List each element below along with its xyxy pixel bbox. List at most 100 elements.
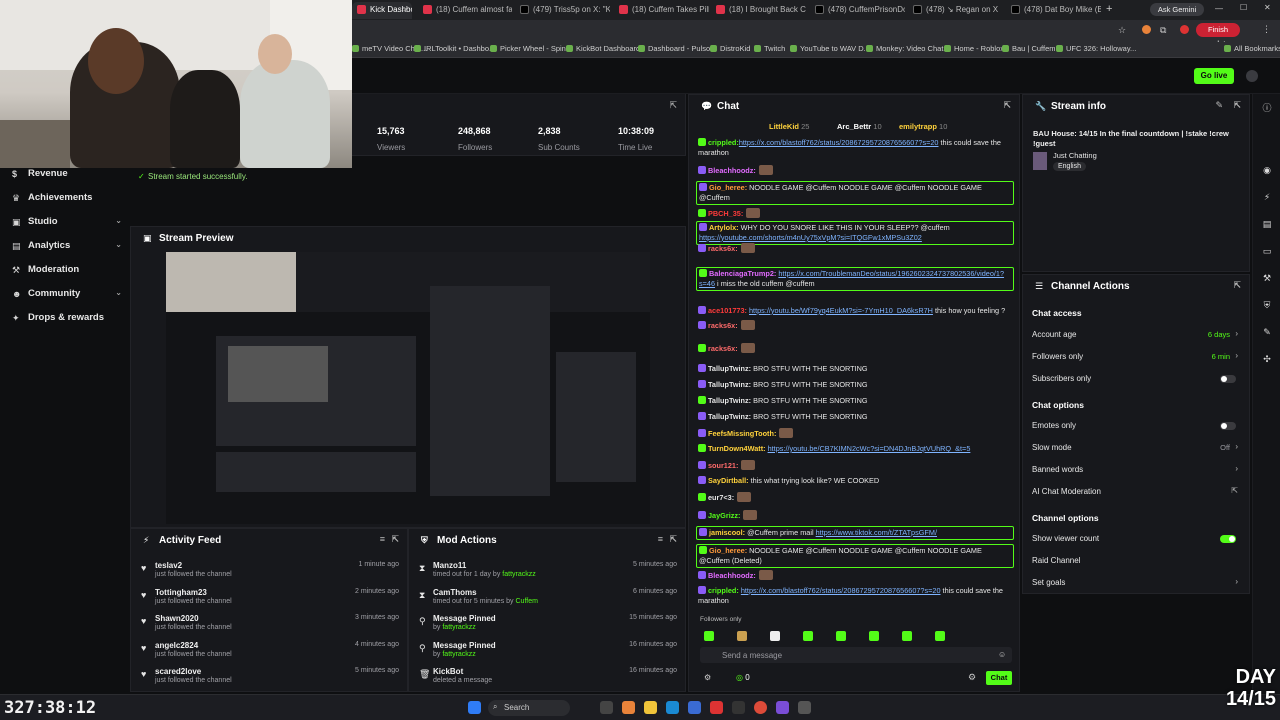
chat-username[interactable]: eur7<3: (708, 493, 734, 502)
sidebar-item-drops-rewards[interactable]: ✦ Drops & rewards (12, 312, 122, 328)
shield-icon[interactable]: ⛨ (1259, 297, 1275, 313)
set-goals-row[interactable]: Set goals › (1032, 577, 1238, 592)
chat-username[interactable]: ace101773: (708, 306, 747, 315)
emote-icon[interactable] (770, 631, 781, 641)
browser-tab[interactable]: (478) Dat Boy Mike (BA (1006, 2, 1101, 19)
top-gifter[interactable]: emilytrapp 10 (899, 122, 947, 131)
app-icon[interactable] (622, 701, 635, 714)
chat-username[interactable]: TurnDown4Watt: (708, 444, 766, 453)
chat-link[interactable]: https://youtube.com/shorts/m4nUy75xVpM?s… (699, 233, 922, 242)
chat-settings-icon[interactable]: ⚙ (968, 672, 976, 683)
app-icon[interactable] (732, 701, 745, 714)
chat-username[interactable]: JayGrizz: (708, 511, 740, 520)
gavel-icon[interactable]: ✎ (1259, 324, 1275, 340)
filter-icon[interactable]: ≡ (658, 534, 663, 544)
chat-username[interactable]: TallupTwinz: (708, 364, 751, 373)
chat-username[interactable]: SayDirtball: (708, 476, 749, 485)
account-age-row[interactable]: Account age 6 days › (1032, 329, 1238, 344)
maximize-icon[interactable]: ☐ (1240, 3, 1247, 12)
show-viewer-count-toggle[interactable] (1220, 535, 1236, 543)
sidebar-item-studio[interactable]: ▣ Studio ⌄ (12, 216, 122, 232)
bookmark[interactable]: Monkey: Video Chat... (866, 44, 950, 53)
sidebar-item-community[interactable]: ☻ Community ⌄ (12, 288, 122, 304)
browser-tab[interactable]: (18) I Brought Back Cre (711, 2, 806, 19)
send-chat-button[interactable]: Chat (986, 671, 1012, 685)
bookmark[interactable]: Bau | Cuffem (1002, 44, 1056, 53)
chat-username[interactable]: crippled: (708, 138, 739, 147)
chat-message-input[interactable]: Send a message (700, 647, 1012, 663)
emote-icon[interactable] (869, 631, 880, 641)
bookmark[interactable]: YouTube to WAV D... (790, 44, 870, 53)
chat-username[interactable]: Gio_heree: (709, 546, 747, 555)
sidebar-item-moderation[interactable]: ⚒ Moderation (12, 264, 122, 280)
filter-icon[interactable]: ≡ (380, 534, 385, 544)
info-icon[interactable]: ⓘ (1259, 100, 1275, 116)
emote-icon[interactable] (902, 631, 913, 641)
category-name[interactable]: Just Chatting (1053, 151, 1097, 160)
browser-tab[interactable]: (478) ↘ Regan on X (908, 2, 1003, 19)
chat-username[interactable]: FeefsMissingTooth: (708, 429, 776, 438)
chat-username[interactable]: TallupTwinz: (708, 412, 751, 421)
app-icon[interactable] (688, 701, 701, 714)
mod-tools-icon[interactable]: ⚙ (704, 673, 711, 682)
chat-link[interactable]: https://www.tiktok.com/t/ZTATpsGFM/ (816, 528, 937, 537)
emoji-icon[interactable]: ☺ (998, 650, 1006, 659)
hub-icon[interactable]: ✣ (1259, 351, 1275, 367)
profile-avatar[interactable] (1180, 25, 1189, 34)
extensions-puzzle-icon[interactable]: ⧉ (1160, 25, 1166, 36)
sidebar-item-achievements[interactable]: ♛ Achievements (12, 192, 122, 208)
top-gifter[interactable]: LittleKid 25 (769, 122, 809, 131)
ai-chat-moderation-row[interactable]: AI Chat Moderation ⇱ (1032, 486, 1238, 501)
subscribers-only-toggle[interactable] (1220, 375, 1236, 383)
app-icon[interactable] (776, 701, 789, 714)
browser-tab[interactable]: (479) Triss5p on X: "Kai (515, 2, 610, 19)
finish-update-button[interactable]: Finish update (1196, 23, 1240, 48)
go-live-button[interactable]: Go live (1194, 68, 1234, 84)
chat-username[interactable]: jamiscool: (709, 528, 745, 537)
sidebar-item-analytics[interactable]: ▤ Analytics ⌄ (12, 240, 122, 256)
app-icon[interactable] (798, 701, 811, 714)
top-gifter[interactable]: Arc_Bettr 10 (837, 122, 882, 131)
emotes-only-toggle[interactable] (1220, 422, 1236, 430)
chrome-icon[interactable] (754, 701, 767, 714)
emote-icon[interactable] (935, 631, 946, 641)
bookmark[interactable]: Home - Roblox (944, 44, 1004, 53)
chat-username[interactable]: PBCH_35: (708, 209, 743, 218)
close-icon[interactable]: ✕ (402, 5, 409, 14)
chat-username[interactable]: Artylolx: (709, 223, 739, 232)
wrench-icon[interactable]: ⚒ (1259, 270, 1275, 286)
emote-icon[interactable] (704, 631, 714, 641)
all-bookmarks[interactable]: All Bookmarks (1224, 44, 1280, 53)
user-avatar[interactable] (1246, 70, 1258, 82)
extension-icon[interactable] (1142, 25, 1151, 34)
bookmark[interactable]: Dashboard - Pulsoid (638, 44, 716, 53)
chat-link[interactable]: https://youtu.be/CB7KIMN2cWc?si=DN4DJnBJ… (768, 444, 971, 453)
emote-icon[interactable] (836, 631, 847, 641)
popout-icon[interactable]: ⇱ (1003, 100, 1011, 111)
popout-icon[interactable]: ⇱ (1233, 100, 1241, 111)
chat-username[interactable]: TallupTwinz: (708, 380, 751, 389)
star-icon[interactable]: ☆ (1118, 25, 1126, 36)
browser-tab[interactable]: Kick Dashboard✕ (352, 2, 412, 19)
menu-dots-icon[interactable]: ⋮ (1262, 24, 1271, 35)
minimize-icon[interactable]: — (1215, 4, 1223, 13)
edge-icon[interactable] (666, 701, 679, 714)
banned-words-row[interactable]: Banned words › (1032, 464, 1238, 479)
bookmark[interactable]: Picker Wheel - Spin... (490, 44, 572, 53)
emote-icon[interactable] (803, 631, 814, 641)
raid-channel-row[interactable]: Raid Channel (1032, 556, 1238, 570)
bookmark[interactable]: KickBot Dashboard (566, 44, 640, 53)
chat-bubble-icon[interactable]: ▭ (1259, 243, 1275, 259)
app-icon[interactable] (710, 701, 723, 714)
ask-gemini-button[interactable]: Ask Gemini (1150, 3, 1204, 16)
chat-username[interactable]: Bleachhoodz: (708, 571, 756, 580)
edit-icon[interactable]: ✎ (1215, 100, 1223, 111)
chat-username[interactable]: Gio_heree: (709, 183, 747, 192)
popout-icon[interactable]: ⇱ (669, 534, 677, 545)
bookmark[interactable]: DistroKid (710, 44, 750, 53)
emote-icon[interactable] (737, 631, 748, 641)
popout-icon[interactable]: ⇱ (1233, 280, 1241, 291)
chat-username[interactable]: racks6x: (708, 321, 738, 330)
chat-link[interactable]: https://youtu.be/Wf79yq4EukM?si=-7YmH10_… (749, 306, 933, 315)
bookmark[interactable]: IRLToolkit • Dashbo... (414, 44, 495, 53)
